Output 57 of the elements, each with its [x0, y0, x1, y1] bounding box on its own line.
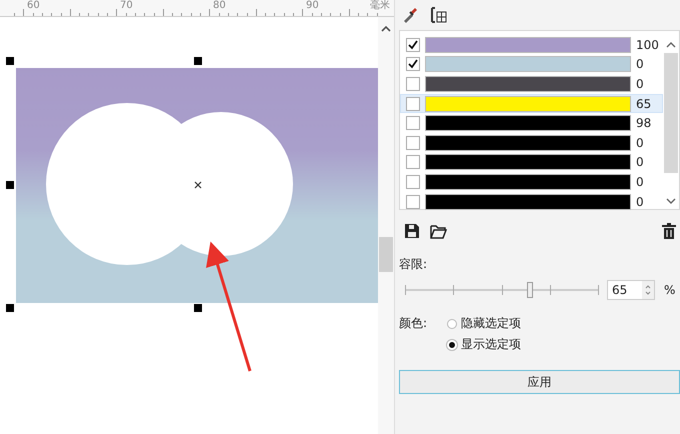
tolerance-value: 0: [636, 155, 644, 170]
tolerance-slider[interactable]: [405, 282, 598, 298]
scroll-down-icon[interactable]: [666, 197, 676, 205]
color-table-icon[interactable]: [430, 6, 448, 24]
selection-handle[interactable]: [194, 57, 202, 65]
color-row[interactable]: 0: [400, 152, 663, 172]
ruler-label: 60: [27, 0, 40, 11]
color-row[interactable]: 0: [400, 74, 663, 94]
checkbox[interactable]: [406, 136, 420, 150]
selection-handle[interactable]: [6, 57, 14, 65]
selection-handle[interactable]: [194, 304, 202, 312]
color-row[interactable]: 100: [400, 35, 663, 55]
selection-handle[interactable]: [6, 304, 14, 312]
color-row[interactable]: 0: [400, 54, 663, 74]
checkbox[interactable]: [406, 76, 420, 91]
color-row[interactable]: 0: [400, 132, 663, 153]
tolerance-value: 65: [636, 96, 652, 111]
checkbox[interactable]: [406, 194, 420, 209]
eyedropper-icon[interactable]: [402, 7, 418, 23]
scroll-up-icon[interactable]: [666, 41, 676, 49]
tolerance-label: 容限:: [399, 256, 428, 273]
checkbox[interactable]: [406, 174, 420, 189]
apply-button[interactable]: 应用: [399, 370, 680, 394]
ruler-label: 90: [306, 0, 319, 11]
tolerance-value: 0: [636, 136, 644, 150]
checkbox[interactable]: [406, 116, 420, 130]
checkbox[interactable]: [406, 155, 420, 170]
checkbox[interactable]: [406, 96, 420, 111]
tolerance-value: 100: [636, 38, 659, 52]
tolerance-value: 0: [636, 57, 644, 72]
selection-handle[interactable]: [6, 181, 14, 189]
scroll-up-icon[interactable]: [381, 25, 391, 33]
radio-option[interactable]: 显示选定项: [447, 336, 521, 353]
tolerance-value: 0: [636, 76, 644, 91]
save-icon[interactable]: [404, 223, 420, 239]
tolerance-spinbox[interactable]: 65: [607, 280, 655, 300]
trash-icon[interactable]: [662, 223, 676, 239]
tolerance-value: 0: [636, 194, 644, 209]
center-mark-icon: [194, 182, 202, 188]
checkbox[interactable]: [406, 57, 420, 72]
tolerance-value: 98: [636, 116, 652, 130]
checkbox[interactable]: [406, 38, 420, 52]
color-row[interactable]: 0: [400, 192, 663, 212]
percent-unit: %: [664, 283, 676, 297]
tolerance-value: 0: [636, 174, 644, 189]
slider-thumb[interactable]: [527, 282, 534, 298]
color-row[interactable]: 65: [400, 94, 663, 114]
ruler-label: 80: [213, 0, 226, 11]
folder-icon[interactable]: [430, 224, 447, 238]
color-row[interactable]: 0: [400, 172, 663, 192]
color-label: 颜色:: [399, 315, 428, 332]
ruler-label: 70: [120, 0, 133, 11]
radio-option[interactable]: 隐藏选定项: [447, 315, 521, 332]
color-row[interactable]: 98: [400, 113, 663, 133]
scroll-thumb[interactable]: [379, 237, 393, 272]
scrollbar[interactable]: [378, 17, 394, 434]
scroll-thumb[interactable]: [664, 53, 678, 173]
